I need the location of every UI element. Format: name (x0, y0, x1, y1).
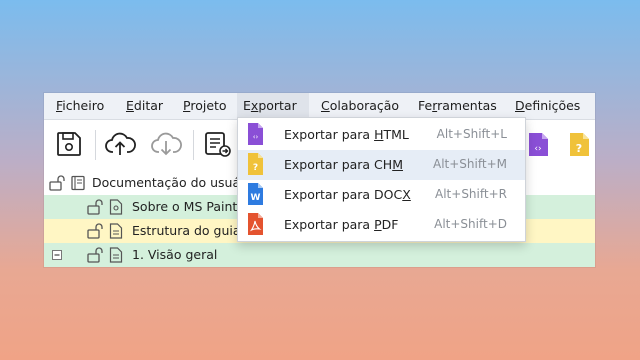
cloud-download-icon[interactable] (150, 128, 182, 160)
export-docx-item[interactable]: W Exportar para DOCX Alt+Shift+R (238, 180, 525, 210)
cloud-upload-icon[interactable] (104, 128, 136, 160)
svg-text:?: ? (576, 142, 582, 155)
menu-exportar[interactable]: Exportar (237, 93, 309, 119)
topic-page-icon (109, 247, 123, 263)
unlocked-icon[interactable] (87, 199, 105, 215)
topic-page-icon (109, 223, 123, 239)
toolbar-separator (95, 130, 96, 160)
collapse-icon[interactable] (52, 250, 62, 260)
shortcut-label: Alt+Shift+D (434, 217, 507, 231)
export-dropdown-menu: ‹› Exportar para HTML Alt+Shift+L ? Expo… (237, 117, 526, 242)
export-html-label: Exportar para HTML (284, 127, 409, 142)
tree-item-label: Sobre o MS Paint (132, 199, 238, 214)
shortcut-label: Alt+Shift+L (436, 127, 507, 141)
chm-file-icon: ? (248, 153, 263, 175)
export-pdf-label: Exportar para PDF (284, 217, 399, 232)
tree-item-label: Estrutura do guia (132, 223, 241, 238)
menu-projeto[interactable]: Projeto (177, 93, 233, 119)
unlocked-icon[interactable] (49, 175, 67, 191)
menu-ficheiro[interactable]: Ficheiro (50, 93, 110, 119)
html-file-icon[interactable]: ‹› (522, 128, 554, 160)
pdf-file-icon (248, 213, 263, 235)
book-icon (71, 175, 85, 191)
toolbar-separator (193, 130, 194, 160)
shortcut-label: Alt+Shift+M (433, 157, 507, 171)
menu-editar[interactable]: Editar (120, 93, 169, 119)
export-chm-label: Exportar para CHM (284, 157, 403, 172)
html-file-icon: ‹› (248, 123, 263, 145)
export-docx-label: Exportar para DOCX (284, 187, 411, 202)
menubar: Ficheiro Editar Projeto Exportar Colabor… (44, 93, 595, 120)
unlocked-icon[interactable] (87, 223, 105, 239)
tree-item-label: 1. Visão geral (132, 247, 218, 262)
svg-text:‹›: ‹› (253, 133, 259, 141)
export-html-item[interactable]: ‹› Exportar para HTML Alt+Shift+L (238, 120, 525, 150)
topic-page-icon (109, 199, 123, 215)
save-icon[interactable] (53, 128, 85, 160)
export-pdf-item[interactable]: Exportar para PDF Alt+Shift+D (238, 210, 525, 240)
svg-text:W: W (251, 193, 261, 203)
shortcut-label: Alt+Shift+R (435, 187, 507, 201)
menu-ferramentas[interactable]: Ferramentas (412, 93, 503, 119)
unlocked-icon[interactable] (87, 247, 105, 263)
tree-row-visao-geral[interactable]: 1. Visão geral (44, 243, 595, 267)
menu-colaboracao[interactable]: Colaboração (315, 93, 405, 119)
tree-root-label: Documentação do usuário (92, 175, 257, 190)
export-chm-item[interactable]: ? Exportar para CHM Alt+Shift+M (238, 150, 525, 180)
export-document-icon[interactable] (201, 128, 233, 160)
docx-file-icon: W (248, 183, 263, 205)
svg-text:?: ? (253, 163, 258, 173)
chm-file-icon[interactable]: ? (563, 128, 595, 160)
svg-text:‹›: ‹› (534, 144, 541, 154)
menu-definicoes[interactable]: Definições (509, 93, 586, 119)
